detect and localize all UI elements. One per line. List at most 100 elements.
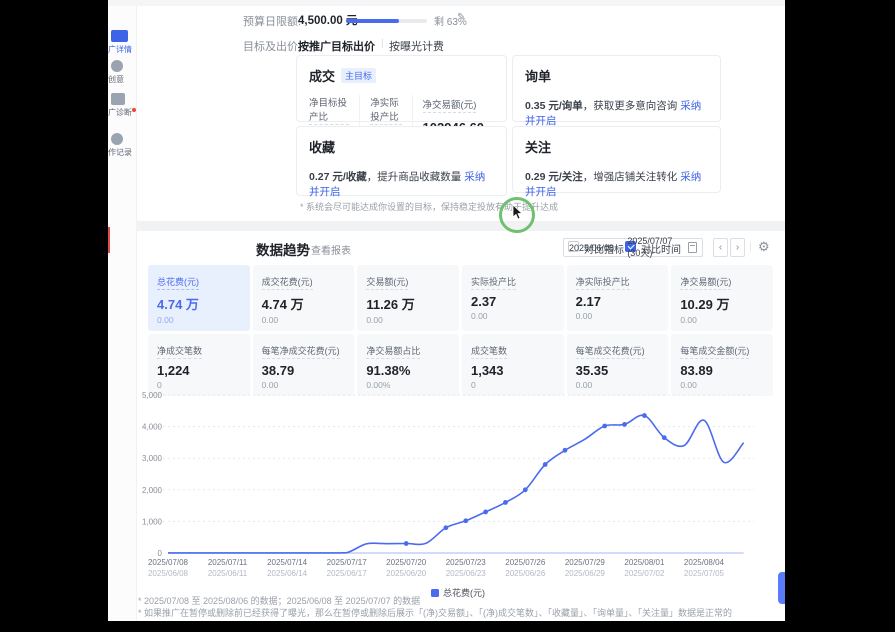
- svg-text:1,000: 1,000: [142, 517, 163, 526]
- trend-metric-value: 4.74 万: [157, 294, 241, 313]
- sidebar-item-label: 广详情: [108, 44, 136, 55]
- view-report-link[interactable]: 查看报表: [311, 242, 351, 257]
- floating-side-button[interactable]: [778, 572, 785, 604]
- trend-metric-compare-value: 0.00: [680, 315, 764, 325]
- tab-divider: |: [381, 38, 384, 49]
- svg-text:2025/06/29: 2025/06/29: [565, 569, 606, 578]
- metric-label: 净交易额(元): [423, 97, 477, 113]
- tab-bid-by-exposure[interactable]: 按曝光计费: [389, 38, 444, 54]
- app-window: 广详情创意广诊断作记录 预算日限额: 4,500.00 元 剩 63% ✎ 目标…: [108, 0, 785, 621]
- goal-card-follow: 关注 0.29 元/关注，增强店铺关注转化 采纳并开启: [512, 126, 721, 193]
- sidebar-item-label: 创意: [108, 74, 136, 85]
- goal-desc: ，提升商品收藏数量: [367, 171, 464, 183]
- trend-metric-card-3[interactable]: 实际投产比2.370.00: [462, 265, 564, 331]
- trend-metric-value: 2.17: [576, 294, 660, 309]
- sidebar-item-2[interactable]: 广诊断: [108, 93, 136, 118]
- trend-metric-label: 每笔净成交花费(元): [262, 344, 340, 359]
- svg-text:2025/07/17: 2025/07/17: [327, 558, 368, 567]
- data-point-marker: [523, 487, 528, 492]
- date-start: 2025/06/08: [569, 243, 614, 253]
- trend-title: 数据趋势: [256, 239, 310, 259]
- svg-text:2,000: 2,000: [142, 486, 163, 495]
- svg-text:2025/06/23: 2025/06/23: [446, 569, 487, 578]
- budget-edit-icon[interactable]: ✎: [457, 12, 465, 23]
- series-总花费(元): [168, 415, 744, 553]
- trend-metric-label: 实际投产比: [471, 275, 516, 290]
- trend-metric-card-4[interactable]: 净实际投产比2.170.00: [567, 265, 669, 331]
- primary-goal-badge: 主目标: [341, 68, 376, 83]
- svg-text:2025/08/04: 2025/08/04: [684, 558, 725, 567]
- goal-price: 0.29 元/关注: [525, 171, 583, 183]
- svg-text:2025/06/14: 2025/06/14: [267, 569, 308, 578]
- goal-desc: ，增强店铺关注转化: [583, 171, 680, 183]
- svg-text:4,000: 4,000: [142, 423, 163, 432]
- svg-text:2025/06/26: 2025/06/26: [505, 569, 546, 578]
- next-period-button[interactable]: ›: [730, 238, 745, 257]
- trend-metric-label: 总花费(元): [157, 275, 199, 290]
- svg-text:2025/07/23: 2025/07/23: [446, 558, 487, 567]
- date-range-picker[interactable]: 2025/06/08 ~ 2025/07/07 (30天): [563, 238, 703, 257]
- goal-card-title: 关注: [525, 137, 551, 156]
- svg-text:2025/06/17: 2025/06/17: [327, 569, 368, 578]
- sidebar-item-1[interactable]: 创意: [108, 60, 136, 85]
- legend-label: 总花费(元): [443, 586, 485, 599]
- trend-metric-value: 35.35: [576, 363, 660, 378]
- trend-metric-value: 4.74 万: [262, 294, 346, 313]
- budget-progress-fill: [346, 19, 399, 23]
- diagnosis-icon: [111, 93, 125, 105]
- goal-card-deal: 成交主目标 净目标投产比i 2.45 ✎ 净实际投产比 2.17 净交易额(元)…: [296, 55, 507, 122]
- date-separator: ~: [618, 243, 623, 253]
- goal-desc: ，获取更多意向咨询: [583, 100, 680, 112]
- sidebar-item-3[interactable]: 作记录: [108, 133, 136, 158]
- budget-progress-bar: [346, 19, 427, 23]
- svg-text:2025/08/01: 2025/08/01: [624, 558, 665, 567]
- section-divider: [136, 221, 785, 231]
- data-point-marker: [503, 500, 508, 505]
- bid-label: 目标及出价:: [243, 38, 301, 54]
- goal-price: 0.27 元/收藏: [309, 171, 367, 183]
- data-point-marker: [563, 448, 568, 453]
- metric-label: 净实际投产比: [370, 95, 401, 125]
- trend-metric-value: 83.89: [680, 363, 764, 378]
- goal-card-inquiry: 询单 0.35 元/询单，获取更多意向咨询 采纳并开启: [512, 55, 721, 122]
- budget-label: 预算日限额:: [243, 13, 301, 29]
- goal-price: 0.35 元/询单: [525, 100, 583, 112]
- data-point-marker: [543, 462, 548, 467]
- gear-icon[interactable]: ⚙: [758, 239, 770, 255]
- letterboxed-desktop: { "colors":{"accent":"#3d63e6","line":"#…: [0, 0, 895, 632]
- trend-metric-label: 净成交笔数: [157, 344, 202, 359]
- data-point-marker: [622, 422, 627, 427]
- goal-card-title: 收藏: [309, 137, 335, 156]
- trend-metric-value: 91.38%: [366, 363, 450, 378]
- trend-metric-compare-value: 0.00: [576, 311, 660, 321]
- goal-card-title: 询单: [525, 66, 551, 85]
- trend-metric-card-5[interactable]: 净交易额(元)10.29 万0.00: [671, 265, 773, 331]
- date-end: 2025/07/07 (30天): [627, 236, 687, 259]
- svg-text:5,000: 5,000: [142, 391, 163, 400]
- data-point-marker: [444, 525, 449, 530]
- creative-icon: [111, 60, 123, 72]
- trend-metric-card-0[interactable]: 总花费(元)4.74 万0.00: [148, 265, 250, 331]
- trend-line-chart: 01,0002,0003,0004,0005,0002025/07/082025…: [138, 384, 783, 589]
- svg-text:2025/07/20: 2025/07/20: [386, 558, 427, 567]
- prev-period-button[interactable]: ‹: [713, 238, 728, 257]
- controls-divider: |: [749, 241, 752, 253]
- trend-metric-label: 净交易额占比: [366, 344, 420, 359]
- trend-metric-card-1[interactable]: 成交花费(元)4.74 万0.00: [253, 265, 355, 331]
- tab-bid-by-goal[interactable]: 按推广目标出价: [298, 38, 375, 54]
- data-point-marker: [602, 424, 607, 429]
- trend-metric-label: 每笔成交金额(元): [680, 344, 749, 359]
- sidebar-item-0[interactable]: 广详情: [108, 30, 136, 55]
- svg-text:2025/07/14: 2025/07/14: [267, 558, 308, 567]
- trend-metric-label: 净交易额(元): [680, 275, 731, 290]
- trend-metric-compare-value: 0.00: [262, 315, 346, 325]
- svg-text:2025/06/11: 2025/06/11: [208, 569, 248, 578]
- legend-swatch: [431, 589, 439, 597]
- metric-label: 净目标投产比: [309, 95, 349, 125]
- clipped-red-tag: [108, 227, 110, 253]
- footnote-data-explanation: * 如果推广在暂停或删除前已经获得了曝光，那么在暂停或删除后展示「(净)交易额」…: [138, 606, 732, 619]
- trend-metric-value: 1,343: [471, 363, 555, 378]
- trend-metric-card-2[interactable]: 交易额(元)11.26 万0.00: [357, 265, 459, 331]
- top-band: [108, 0, 785, 6]
- svg-text:3,000: 3,000: [142, 454, 163, 463]
